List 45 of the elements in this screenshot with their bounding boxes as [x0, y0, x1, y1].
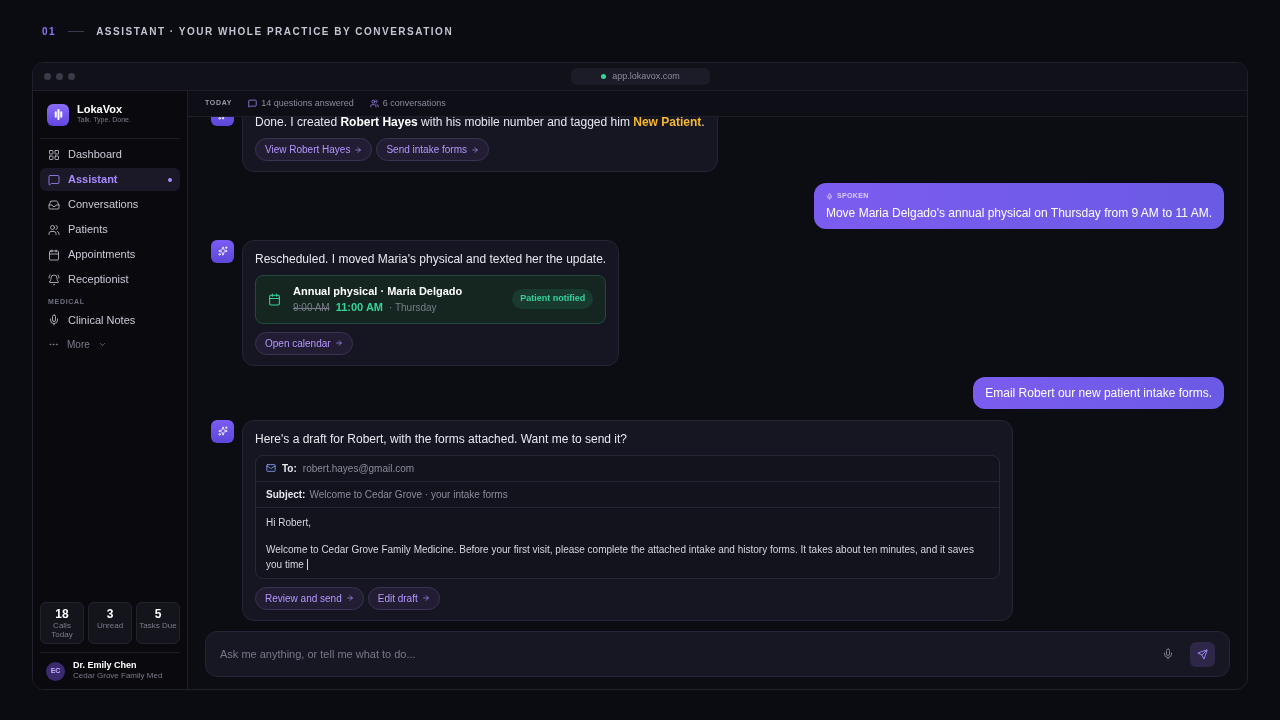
nav-item[interactable]: Assistant [40, 168, 180, 191]
action-button[interactable]: Open calendar [255, 331, 353, 355]
email-paragraph: Hi Robert, [266, 515, 312, 530]
more-button[interactable]: More [40, 331, 180, 357]
section-title: ASSISTANT · YOUR WHOLE PRACTICE BY CONVERSATION [96, 24, 454, 39]
message-text: Rescheduled. I moved Maria's physical and texted her the update. [255, 250, 607, 267]
brand-name: LokaVox [77, 103, 124, 116]
address-bar[interactable]: app.lokavox.com [571, 68, 710, 85]
action-button[interactable]: Send intake forms [376, 138, 490, 161]
message-composer[interactable]: Ask me anything, or tell me what to do... [205, 631, 1230, 677]
nav-item[interactable]: Conversations [40, 193, 180, 216]
user-name: Dr. Emily Chen [73, 660, 138, 670]
stat-label: Unread [95, 621, 125, 630]
email-paragraph: Welcome to Cedar Grove Family Medicine. Before your first visit, please complete the attached intake and history forms. It takes about ten minutes, and it saves you time [266, 542, 975, 572]
appointment-title: Annual physical · Maria Delgado [293, 283, 464, 299]
message-input[interactable]: Ask me anything, or tell me what to do... [220, 645, 1162, 663]
nav-item[interactable]: Dashboard [40, 143, 180, 166]
message-text: Done. I created Robert Hayes with his mobile number and tagged him New Patient. [255, 117, 705, 130]
nav-item[interactable]: Patients [40, 218, 180, 241]
subject-label: Subject: [266, 487, 306, 502]
status-badge: Patient notified [512, 289, 594, 309]
action-button[interactable]: View Robert Hayes [255, 138, 373, 161]
section-number: 01 [42, 24, 57, 39]
questions-count: 14 questions answered [248, 96, 354, 111]
nav-item[interactable]: Receptionist [40, 268, 180, 291]
stat-value: 18 [55, 607, 69, 621]
nav-item[interactable]: Appointments [40, 243, 180, 266]
stat-value: 3 [106, 607, 114, 621]
message-text: Move Maria Delgado's annual physical on Thursday from 9 AM to 11 AM. [825, 204, 1212, 221]
stat-value: 5 [154, 607, 162, 621]
new-time: 11:00 AM [335, 300, 383, 315]
user-organization: Cedar Grove Family Med [73, 670, 163, 682]
nav-item[interactable]: Clinical Notes [40, 308, 180, 332]
action-button[interactable]: Review and send [255, 586, 364, 610]
message-text: Email Robert our new patient intake forms. [985, 384, 1212, 401]
stat-label: Calls Today [50, 621, 74, 639]
subject-text: Welcome to Cedar Grove · your intake forms [309, 487, 508, 502]
to-label: To: [282, 461, 297, 476]
stat-label: Tasks Due [138, 621, 178, 630]
old-time: 9:00 AM [293, 301, 330, 315]
action-button[interactable]: Edit draft [367, 586, 440, 610]
appointment-day: · Thursday [389, 300, 437, 315]
message-text: Here's a draft for Robert, with the forms attached. Want me to send it? [255, 430, 628, 447]
recipient-address: robert.hayes@gmail.com [302, 461, 415, 476]
conversations-count: 6 conversations [369, 96, 446, 111]
